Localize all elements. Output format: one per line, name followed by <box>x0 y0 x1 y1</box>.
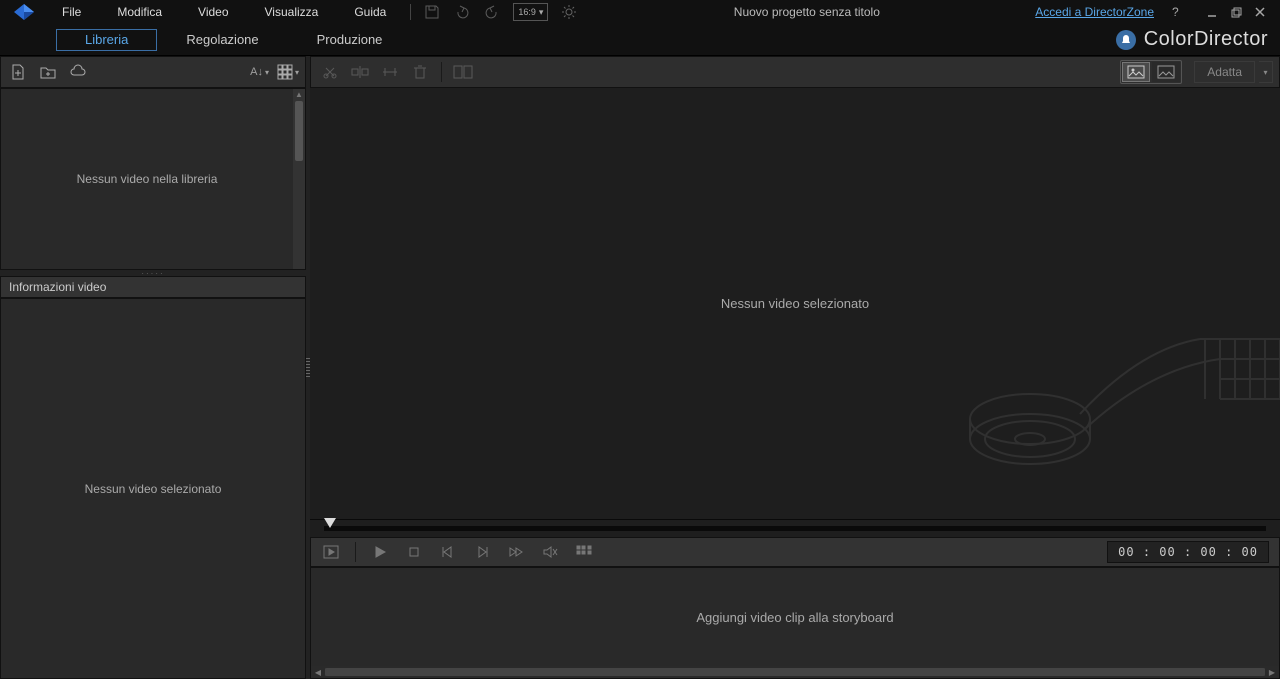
mute-icon[interactable] <box>540 542 560 562</box>
undo-icon[interactable] <box>453 3 471 21</box>
redo-icon[interactable] <box>483 3 501 21</box>
zoom-fit-dropdown[interactable]: Adatta <box>1194 61 1255 83</box>
snapshot-icon[interactable] <box>574 542 594 562</box>
minimize-button[interactable] <box>1204 4 1220 20</box>
menu-edit[interactable]: Modifica <box>99 0 180 24</box>
right-panel: Adatta ▾ Nessun video selezionato <box>310 56 1280 679</box>
fast-forward-button[interactable] <box>506 542 526 562</box>
brand-name: ColorDirector <box>1144 28 1268 51</box>
tab-produce[interactable]: Produzione <box>288 29 412 51</box>
menu-view[interactable]: Visualizza <box>247 0 337 24</box>
library-panel: Nessun video nella libreria ▲ <box>0 88 306 270</box>
cut-icon[interactable] <box>317 61 343 83</box>
grid-view-icon[interactable]: ▾ <box>277 61 299 83</box>
view-effect-button[interactable] <box>1152 62 1180 82</box>
view-mode-toggle <box>1120 60 1182 84</box>
storyboard-panel: Aggiungi video clip alla storyboard ◀ ▶ <box>310 567 1280 679</box>
import-folder-icon[interactable] <box>37 61 59 83</box>
playhead-marker[interactable] <box>324 518 336 528</box>
menu-help[interactable]: Guida <box>336 0 404 24</box>
project-title: Nuovo progetto senza titolo <box>578 5 1035 19</box>
settings-icon[interactable] <box>560 3 578 21</box>
save-icon[interactable] <box>423 3 441 21</box>
tab-adjust[interactable]: Regolazione <box>157 29 287 51</box>
delete-icon[interactable] <box>407 61 433 83</box>
directorzone-link[interactable]: Accedi a DirectorZone <box>1035 5 1154 19</box>
notifications-icon[interactable] <box>1116 30 1136 50</box>
import-file-icon[interactable] <box>7 61 29 83</box>
library-toolbar: A↓▾ ▾ <box>0 56 306 88</box>
mode-tabbar: Libreria Regolazione Produzione ColorDir… <box>0 24 1280 56</box>
svg-text:?: ? <box>1172 5 1179 19</box>
library-empty-message: Nessun video nella libreria <box>1 89 293 269</box>
titlebar: File Modifica Video Visualizza Guida 16:… <box>0 0 1280 24</box>
main-menu: File Modifica Video Visualizza Guida <box>44 0 404 24</box>
prev-frame-button[interactable] <box>438 542 458 562</box>
tab-library[interactable]: Libreria <box>56 29 157 51</box>
close-button[interactable] <box>1252 4 1268 20</box>
sort-dropdown[interactable]: A↓▾ <box>250 61 269 83</box>
stop-button[interactable] <box>404 542 424 562</box>
cloud-icon[interactable] <box>67 61 89 83</box>
video-info-empty: Nessun video selezionato <box>0 298 306 679</box>
preview-area: Nessun video selezionato <box>310 88 1280 519</box>
help-icon[interactable]: ? <box>1166 3 1184 21</box>
menu-file[interactable]: File <box>44 0 99 24</box>
app-logo <box>4 0 44 24</box>
menu-video[interactable]: Video <box>180 0 246 24</box>
library-scrollbar[interactable]: ▲ <box>293 89 305 269</box>
chevron-down-icon[interactable]: ▾ <box>1259 61 1273 83</box>
aspect-ratio-label: 16:9 <box>518 7 536 17</box>
playback-controls: 00 : 00 : 00 : 00 <box>310 537 1280 567</box>
play-button[interactable] <box>370 542 390 562</box>
aspect-ratio-dropdown[interactable]: 16:9▾ <box>513 3 548 21</box>
left-sidebar: A↓▾ ▾ Nessun video nella libreria ▲ ····… <box>0 56 306 679</box>
preview-empty-message: Nessun video selezionato <box>721 296 869 311</box>
timecode-display: 00 : 00 : 00 : 00 <box>1107 541 1269 563</box>
video-info-header: Informazioni video <box>0 276 306 298</box>
timeline-seek-bar[interactable] <box>310 519 1280 537</box>
storyboard-scrollbar[interactable]: ◀ ▶ <box>311 666 1279 678</box>
preview-toolbar: Adatta ▾ <box>310 56 1280 88</box>
view-original-button[interactable] <box>1122 62 1150 82</box>
split-icon[interactable] <box>347 61 373 83</box>
film-reel-decoration <box>940 319 1280 519</box>
play-range-button[interactable] <box>321 542 341 562</box>
next-frame-button[interactable] <box>472 542 492 562</box>
split-preview-icon[interactable] <box>450 61 476 83</box>
trim-icon[interactable] <box>377 61 403 83</box>
maximize-button[interactable] <box>1228 4 1244 20</box>
storyboard-hint: Aggiungi video clip alla storyboard <box>311 568 1279 666</box>
